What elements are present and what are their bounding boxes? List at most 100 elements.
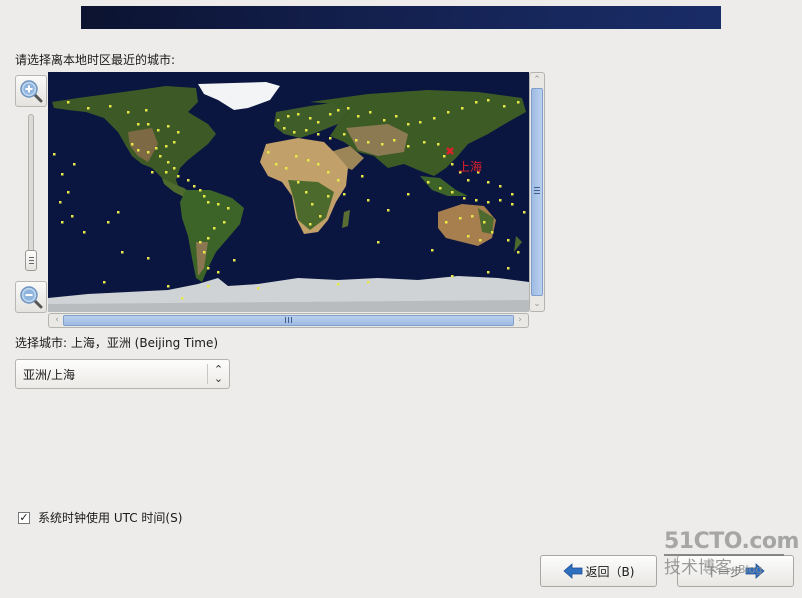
city-dot[interactable] <box>297 181 300 184</box>
city-dot[interactable] <box>343 193 346 196</box>
world-map[interactable]: 上海 <box>48 72 529 312</box>
city-dot[interactable] <box>107 221 110 224</box>
city-dot[interactable] <box>267 151 270 154</box>
city-dot[interactable] <box>317 163 320 166</box>
city-dot[interactable] <box>199 241 202 244</box>
city-dot[interactable] <box>317 133 320 136</box>
scroll-left-icon[interactable]: ‹ <box>50 314 64 326</box>
scroll-up-icon[interactable]: ⌃ <box>530 74 544 86</box>
city-dot[interactable] <box>487 181 490 184</box>
city-dot[interactable] <box>199 189 202 192</box>
city-dot[interactable] <box>309 117 312 120</box>
city-dot[interactable] <box>217 271 220 274</box>
next-button[interactable]: 下一步 <box>677 555 794 587</box>
city-dot[interactable] <box>147 123 150 126</box>
city-dot[interactable] <box>439 187 442 190</box>
city-dot[interactable] <box>437 143 440 146</box>
zoom-out-button[interactable] <box>15 281 47 313</box>
city-dot[interactable] <box>367 199 370 202</box>
city-dot[interactable] <box>487 271 490 274</box>
city-dot[interactable] <box>337 179 340 182</box>
city-dot[interactable] <box>109 105 112 108</box>
city-dot[interactable] <box>311 203 314 206</box>
city-dot[interactable] <box>213 227 216 230</box>
zoom-slider-track[interactable] <box>28 114 34 269</box>
city-dot[interactable] <box>343 133 346 136</box>
city-dot[interactable] <box>217 203 220 206</box>
city-dot[interactable] <box>367 281 370 284</box>
city-dot[interactable] <box>71 215 74 218</box>
city-dot[interactable] <box>173 141 176 144</box>
city-dot[interactable] <box>347 107 350 110</box>
city-dot[interactable] <box>517 251 520 254</box>
city-dot[interactable] <box>393 139 396 142</box>
city-dot[interactable] <box>137 123 140 126</box>
city-dot[interactable] <box>277 119 280 122</box>
city-dot[interactable] <box>443 155 446 158</box>
city-dot[interactable] <box>307 159 310 162</box>
city-dot[interactable] <box>165 145 168 148</box>
city-dot[interactable] <box>275 163 278 166</box>
city-dot[interactable] <box>499 199 502 202</box>
city-dot[interactable] <box>207 201 210 204</box>
city-dot[interactable] <box>67 191 70 194</box>
city-dot[interactable] <box>407 123 410 126</box>
city-dot[interactable] <box>207 237 210 240</box>
city-dot[interactable] <box>381 143 384 146</box>
utc-option[interactable]: ✓ 系统时钟使用 UTC 时间(S) <box>18 509 182 526</box>
city-dot[interactable] <box>327 171 330 174</box>
city-dot[interactable] <box>461 107 464 110</box>
city-dot[interactable] <box>167 125 170 128</box>
city-dot[interactable] <box>475 199 478 202</box>
city-dot[interactable] <box>117 211 120 214</box>
city-dot[interactable] <box>73 163 76 166</box>
scroll-right-icon[interactable]: › <box>513 314 527 326</box>
city-dot[interactable] <box>305 191 308 194</box>
city-dot[interactable] <box>147 151 150 154</box>
city-dot[interactable] <box>207 285 210 288</box>
city-dot[interactable] <box>361 175 364 178</box>
city-dot[interactable] <box>419 121 422 124</box>
city-dot[interactable] <box>233 259 236 262</box>
city-dot[interactable] <box>329 113 332 116</box>
city-dot[interactable] <box>167 161 170 164</box>
city-dot[interactable] <box>451 275 454 278</box>
city-dot[interactable] <box>177 175 180 178</box>
city-dot[interactable] <box>165 171 168 174</box>
city-dot[interactable] <box>59 201 62 204</box>
city-dot[interactable] <box>467 235 470 238</box>
city-dot[interactable] <box>177 131 180 134</box>
city-dot[interactable] <box>511 203 514 206</box>
city-dot[interactable] <box>223 221 226 224</box>
city-dot[interactable] <box>475 101 478 104</box>
city-dot[interactable] <box>137 149 140 152</box>
city-dot[interactable] <box>329 137 332 140</box>
city-dot[interactable] <box>327 195 330 198</box>
city-dot[interactable] <box>287 115 290 118</box>
city-dot[interactable] <box>319 215 322 218</box>
city-dot[interactable] <box>427 181 430 184</box>
city-dot[interactable] <box>355 139 358 142</box>
city-dot[interactable] <box>459 217 462 220</box>
scroll-down-icon[interactable]: ⌄ <box>530 298 544 310</box>
city-dot[interactable] <box>207 267 210 270</box>
city-dot[interactable] <box>61 173 64 176</box>
city-dot[interactable] <box>87 107 90 110</box>
city-dot[interactable] <box>507 267 510 270</box>
city-dot[interactable] <box>131 143 134 146</box>
utc-checkbox[interactable]: ✓ <box>18 511 30 524</box>
city-dot[interactable] <box>491 231 494 234</box>
city-dot[interactable] <box>479 239 482 242</box>
city-dot[interactable] <box>203 251 206 254</box>
city-dot[interactable] <box>387 209 390 212</box>
city-dot[interactable] <box>507 239 510 242</box>
city-dot[interactable] <box>503 105 506 108</box>
city-dot[interactable] <box>445 221 448 224</box>
timezone-combo-box[interactable]: 亚洲/上海 ⌃ ⌄ <box>15 359 230 389</box>
city-dot[interactable] <box>383 119 386 122</box>
city-dot[interactable] <box>295 155 298 158</box>
map-horizontal-scrollbar[interactable]: ‹ › <box>48 313 529 328</box>
city-dot[interactable] <box>451 163 454 166</box>
city-dot[interactable] <box>407 193 410 196</box>
city-dot[interactable] <box>467 179 470 182</box>
